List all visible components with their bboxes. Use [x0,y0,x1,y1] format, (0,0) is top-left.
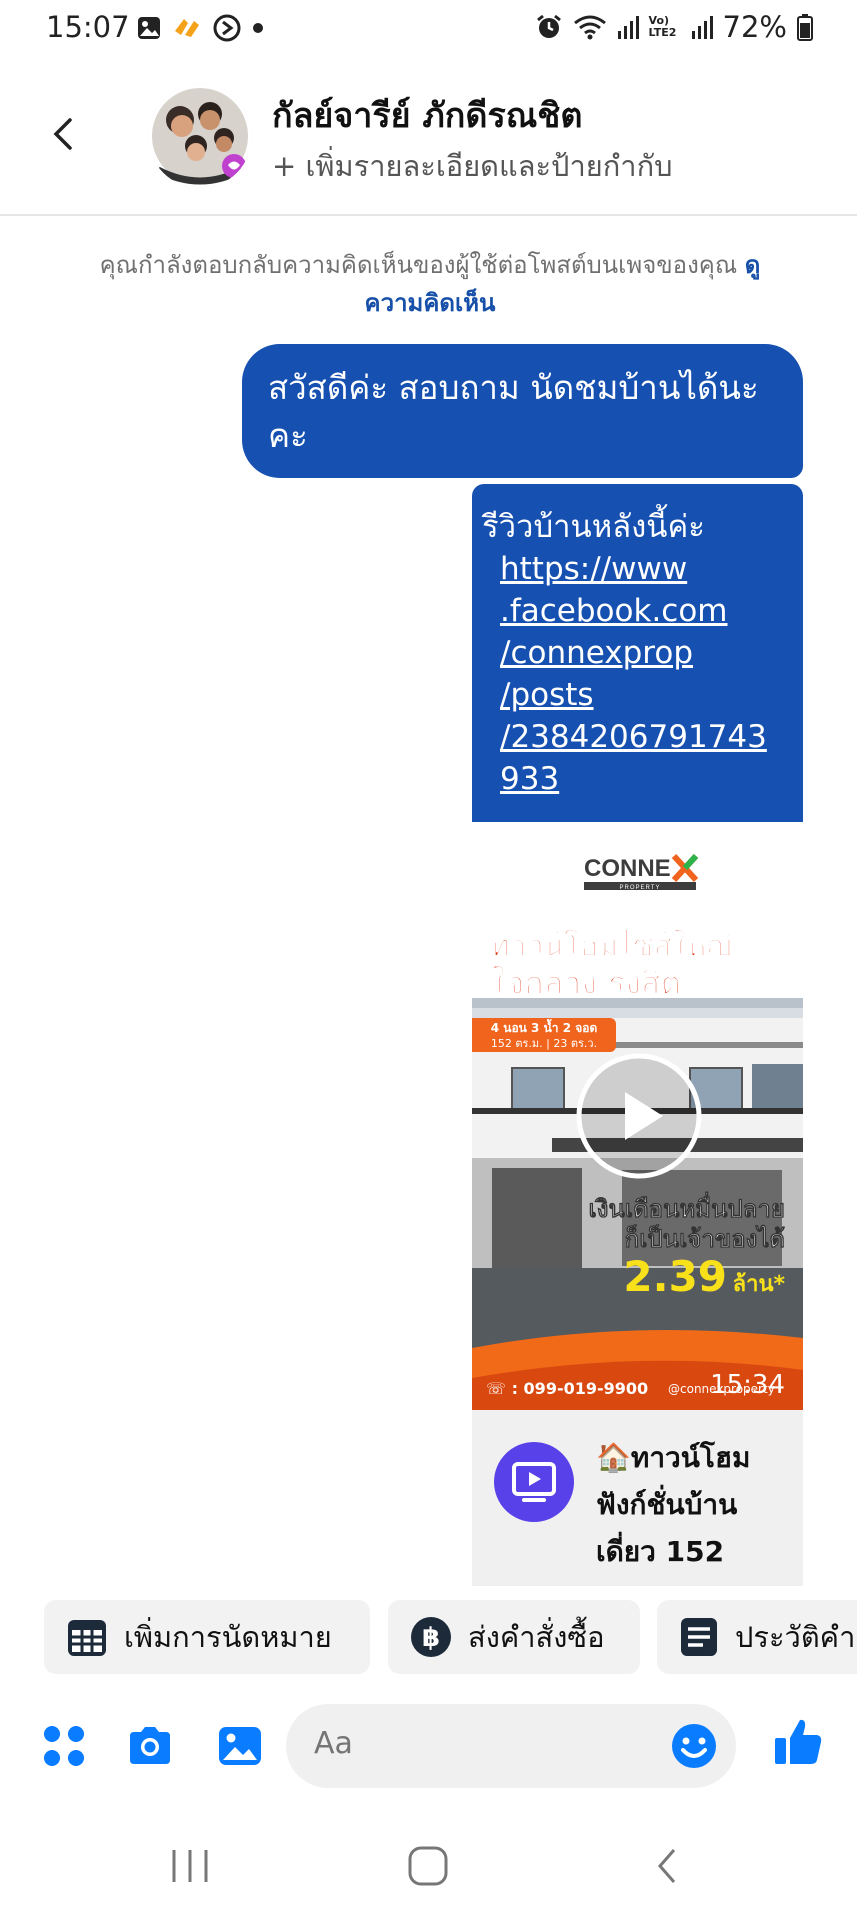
caption-line: ก็เป็นเจ้าของได้ [624,1225,785,1254]
clock-icon [213,14,241,42]
apps-icon[interactable] [40,1722,88,1770]
connex-logo: CONNE PROPERTY [584,853,699,891]
back-button[interactable] [44,114,84,154]
play-icon[interactable] [573,1050,705,1182]
message-bubble[interactable]: รีวิวบ้านหลังนี้ค่ะ https://www .faceboo… [472,484,803,822]
back-nav-button[interactable] [638,1844,698,1888]
message-input[interactable]: Aa [286,1704,736,1788]
battery-percent: 72% [722,10,787,44]
preview-title-line: เดี่ยว 152 [596,1535,725,1568]
link-preview-card[interactable]: CONNE PROPERTY ทาวน์โฮมไซส์ใหญ่ ใจกลาง ร… [472,822,803,1588]
chip-label: ส่งคำสั่งซื้อ [468,1620,605,1654]
recent-apps-button[interactable] [160,1844,220,1888]
alarm-icon [536,14,561,38]
signal-icon [617,16,639,39]
promo-caption: เงินเดือนหมื่นปลาย ก็เป็นเจ้าของได้ [588,1194,785,1254]
preview-title-line: ฟังก์ชั่นบ้าน [596,1488,738,1521]
add-details-link[interactable]: + เพิ่มรายละเอียดและป้ายกำกับ [272,143,673,189]
post-link[interactable]: https://www [500,548,803,590]
message-text: รีวิวบ้านหลังนี้ค่ะ [482,509,705,545]
svg-text:CONNE: CONNE [584,855,671,882]
preview-title: 🏠ทาวน์โฮม ฟังก์ชั่นบ้าน เดี่ยว 152 [596,1434,796,1575]
specs-badge: 4 นอน 3 น้ำ 2 จอด 152 ตร.ม. | 23 ตร.ว. [472,1018,616,1052]
chip-label: ประวัติคำ [735,1620,856,1654]
message-bubble[interactable]: สวัสดีค่ะ สอบถาม นัดชมบ้านได้นะคะ [242,344,803,478]
post-link[interactable]: /connexprop [500,632,803,674]
promo-price: 2.39 ล้าน* [623,1252,785,1301]
emoji-icon[interactable] [670,1722,718,1770]
avatar-photo [148,84,252,188]
notice-text: คุณกำลังตอบกลับความคิดเห็นของผู้ใช้ต่อโพ… [99,251,738,279]
status-right: Vo) LTE2 72% [535,10,813,44]
gallery-icon [138,17,160,39]
reply-context-notice: คุณกำลังตอบกลับความคิดเห็นของผู้ใช้ต่อโพ… [90,246,770,322]
post-link[interactable]: /posts [500,674,803,716]
contact-name[interactable]: กัลย์จารีย์ ภักดีรณชิต [272,88,582,142]
status-left-icons [136,14,264,42]
battery-icon [797,14,813,41]
video-duration: 15:34 [710,1370,785,1400]
status-time: 15:07 [46,10,130,44]
chip-label: เพิ่มการนัดหมาย [124,1620,332,1654]
message-composer: Aa [0,1686,857,1810]
svg-text:ใจกลาง รังสิต: ใจกลาง รังสิต [490,964,681,1000]
svg-text:ทาวน์โฮมไซส์ใหญ่: ทาวน์โฮมไซส์ใหญ่ [490,927,732,964]
promo-headline: ทาวน์โฮมไซส์ใหญ่ ใจกลาง รังสิต [490,927,733,1001]
post-link[interactable]: .facebook.com [500,590,803,632]
preview-title-line: 🏠ทาวน์โฮม [596,1441,751,1474]
price-unit: ล้าน* [732,1272,785,1297]
volte-label: Vo) LTE2 [648,14,677,39]
send-order-chip[interactable]: ฿ ส่งคำสั่งซื้อ [388,1600,640,1674]
quick-actions-bar: เพิ่มการนัดหมาย ฿ ส่งคำสั่งซื้อ ประวัติค… [0,1586,857,1686]
post-link[interactable]: 933 [500,758,803,800]
video-thumbnail[interactable]: 4 นอน 3 น้ำ 2 จอด 152 ตร.ม. | 23 ตร.ว. เ… [472,998,803,1410]
status-bar: 15:07 Vo) LTE2 72% [0,0,857,56]
promo-phone: ☏ : 099-019-9900 [486,1379,649,1398]
specs-line: 152 ตร.ม. | 23 ตร.ว. [490,1037,598,1050]
signal-icon [691,16,713,39]
post-link[interactable]: /2384206791743 [500,716,803,758]
camera-icon[interactable] [126,1722,174,1770]
message-text: สวัสดีค่ะ สอบถาม นัดชมบ้านได้นะคะ [268,368,759,455]
gallery-icon[interactable] [216,1722,264,1770]
preview-footer[interactable]: 🏠ทาวน์โฮม ฟังก์ชั่นบ้าน เดี่ยว 152 [472,1410,803,1588]
wifi-icon [573,15,606,40]
system-nav-bar [0,1810,857,1911]
history-chip[interactable]: ประวัติคำ [657,1600,857,1674]
specs-line: 4 นอน 3 น้ำ 2 จอด [490,1021,598,1035]
caption-line: เงินเดือนหมื่นปลาย [588,1195,785,1224]
thumbs-up-icon[interactable] [772,1716,824,1768]
avatar[interactable] [148,84,252,188]
calendar-icon [68,1620,106,1656]
svg-text:฿: ฿ [422,1623,440,1653]
chat-header: กัลย์จารีย์ ภักดีรณชิต + เพิ่มรายละเอียด… [0,56,857,216]
price-value: 2.39 [623,1252,728,1301]
svg-text:PROPERTY: PROPERTY [620,885,661,891]
dot-icon [253,23,263,33]
input-placeholder: Aa [314,1726,353,1761]
video-icon [494,1442,574,1522]
home-button[interactable] [398,1844,458,1888]
app-icon [175,19,199,37]
baht-icon: ฿ [411,1617,451,1657]
add-appointment-chip[interactable]: เพิ่มการนัดหมาย [44,1600,370,1674]
receipt-icon [681,1618,717,1656]
